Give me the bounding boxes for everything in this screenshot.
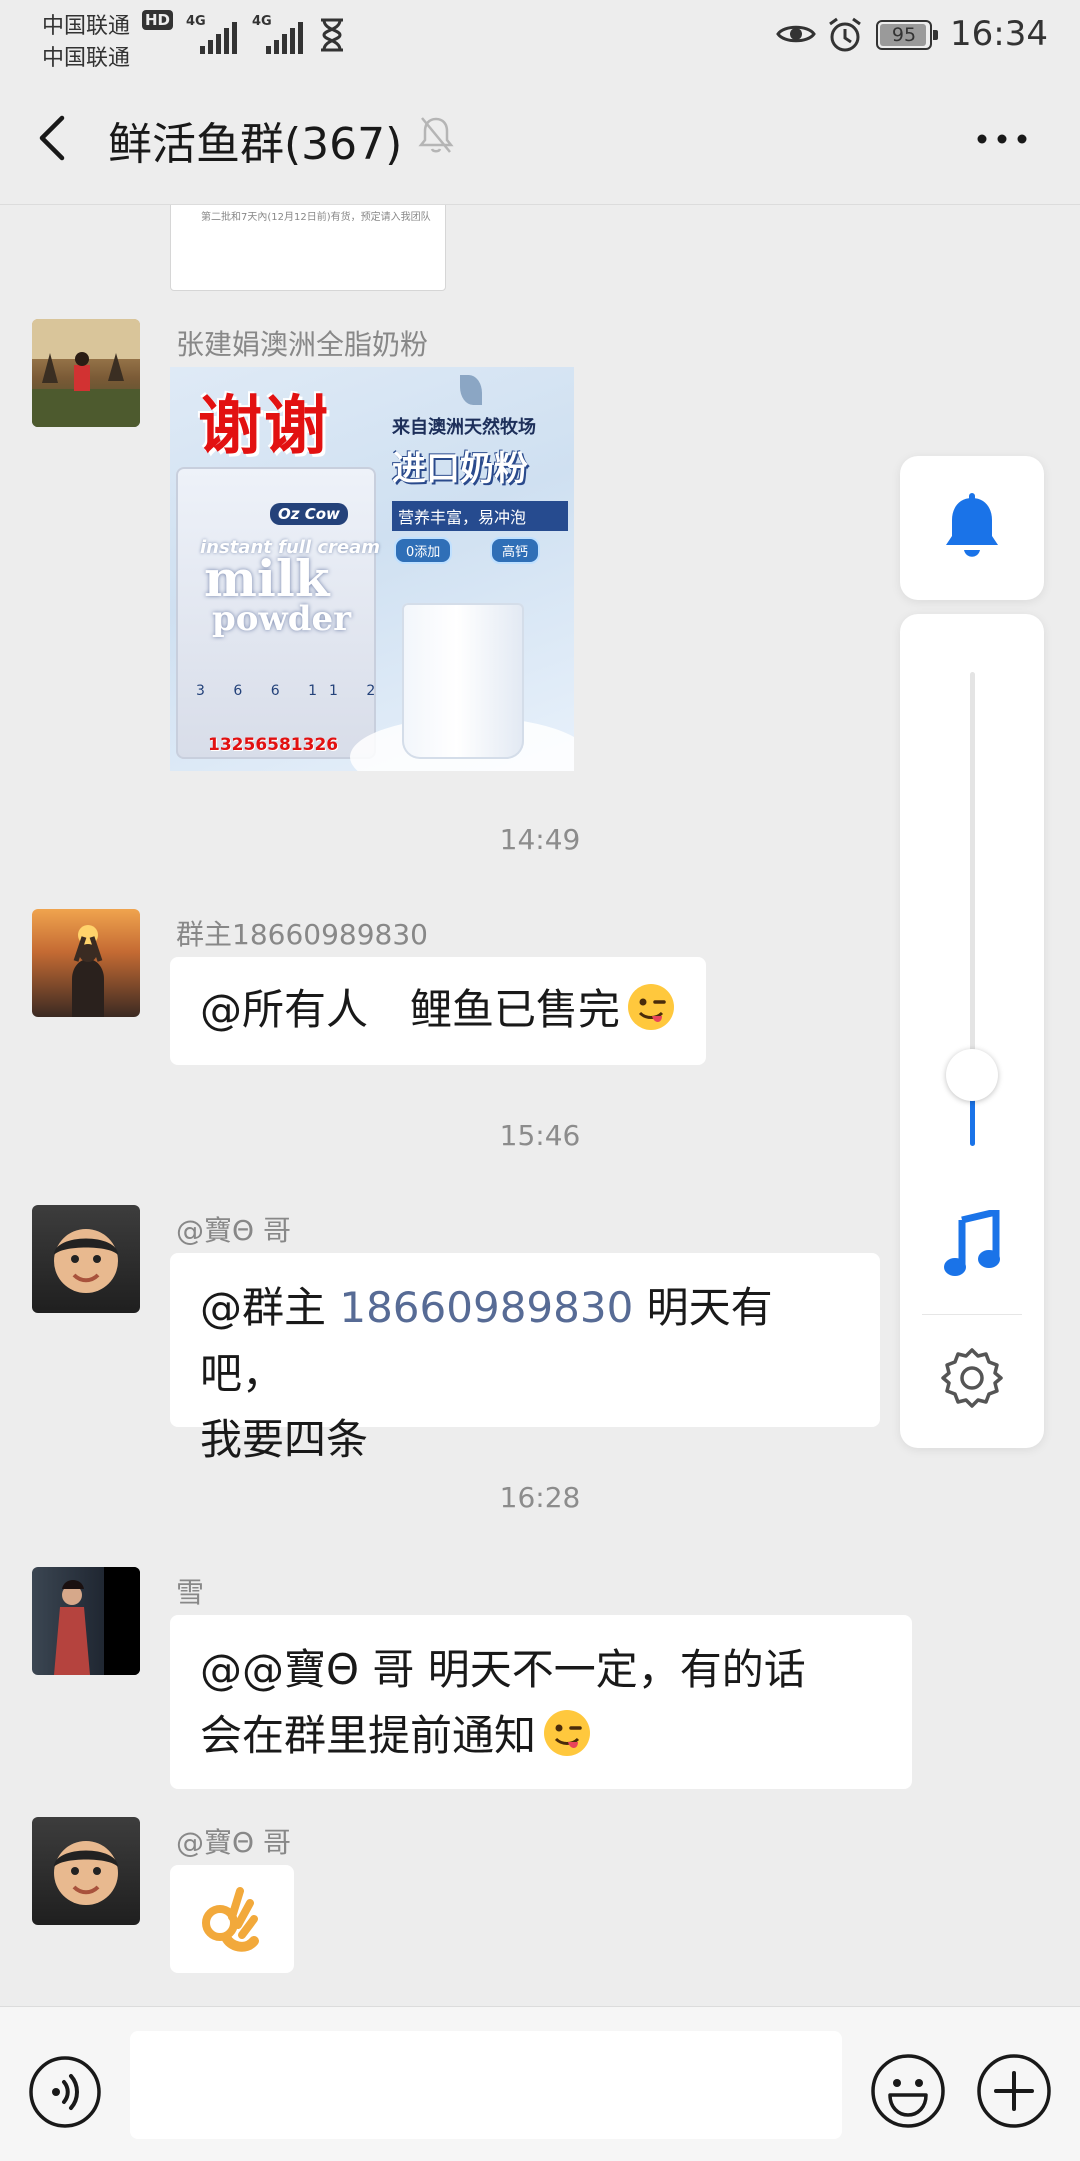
timestamp: 16:28	[499, 1481, 581, 1514]
image-headline: 谢谢	[198, 389, 330, 464]
more-icon[interactable]	[972, 124, 1032, 154]
message-text-line-2: 会在群里提前通知	[200, 1711, 537, 1760]
avatar[interactable]	[32, 1205, 140, 1313]
image-product-milk: milk	[204, 549, 330, 608]
sender-name: @寶Θ 哥	[176, 1214, 291, 1247]
message-text-line-1: @@寶Θ 哥 明天不一定，有的话	[200, 1645, 806, 1694]
emoji-icon[interactable]	[870, 2053, 946, 2129]
message-input[interactable]	[130, 2031, 842, 2139]
message-text-prefix: @群主	[200, 1283, 340, 1332]
avatar[interactable]	[32, 1817, 140, 1925]
image-product-powder: powder	[212, 599, 352, 639]
sender-name: 张建娟澳洲全脂奶粉	[176, 328, 429, 361]
phone-link[interactable]: 18660989830	[339, 1283, 633, 1332]
image-origin: 来自澳洲天然牧场	[392, 417, 536, 438]
battery-level: 95	[891, 24, 917, 46]
chat-header: 鲜活鱼群(367)	[0, 72, 1080, 205]
ok-hand-icon	[202, 1887, 259, 1952]
eye-icon	[776, 25, 816, 43]
image-brand: Oz Cow	[270, 503, 348, 525]
wink-tongue-emoji	[542, 1708, 592, 1777]
image-phone: 13256581326	[208, 735, 339, 755]
sender-name: 群主18660989830	[176, 918, 428, 951]
wink-tongue-emoji	[626, 982, 676, 1051]
divider	[922, 1314, 1022, 1315]
bell-icon	[946, 493, 998, 557]
milk-glass-image	[402, 603, 524, 759]
status-bar: 中国联通 HD 中国联通 4G 4G 95 16:34	[0, 0, 1080, 72]
text-message[interactable]: @群主 18660989830 明天有吧， 我要四条	[170, 1253, 880, 1464]
volume-slider-thumb[interactable]	[946, 1049, 998, 1101]
alarm-icon	[829, 17, 861, 52]
sender-name: @寶Θ 哥	[176, 1826, 291, 1859]
chat-title: 鲜活鱼群(367)	[108, 119, 403, 170]
back-arrow-icon[interactable]	[30, 110, 78, 166]
carrier-2: 中国联通	[42, 46, 131, 71]
text-message[interactable]: @@寶Θ 哥 明天不一定，有的话 会在群里提前通知	[170, 1615, 912, 1789]
message-text-line-2: 我要四条	[200, 1415, 369, 1464]
sender-name: 雪	[176, 1576, 205, 1609]
image-nutrition: 营养丰富，易冲泡	[392, 501, 568, 531]
image-tag-1: 0添加	[394, 537, 453, 564]
input-bar	[0, 2006, 1080, 2161]
status-time: 16:34	[950, 14, 1048, 54]
previous-card-message[interactable]: 第二批和7天內(12月12日前)有货，预定请入我团队	[170, 205, 446, 291]
image-import: 进口奶粉	[392, 449, 528, 489]
hd-badge: HD	[142, 10, 174, 30]
music-note-icon[interactable]	[942, 1210, 1002, 1280]
milk-powder-image-message[interactable]: 谢谢 Oz Cow instant full cream milk powder…	[170, 367, 574, 771]
voice-icon[interactable]	[28, 2055, 102, 2129]
volume-panel	[900, 614, 1044, 1448]
hourglass-icon	[321, 18, 343, 52]
previous-card-text: 第二批和7天內(12月12日前)有货，预定请入我团队	[201, 212, 431, 223]
text-message[interactable]: @所有人 鲤鱼已售完	[170, 957, 707, 1065]
emoji-message[interactable]	[170, 1865, 294, 1973]
mute-bell-icon	[418, 117, 454, 153]
ringer-mode-button[interactable]	[900, 456, 1044, 600]
gear-icon[interactable]	[940, 1346, 1004, 1410]
avatar[interactable]	[32, 319, 140, 427]
message-text: @所有人 鲤鱼已售完	[200, 985, 621, 1034]
avatar[interactable]	[32, 909, 140, 1017]
battery-indicator: 95	[876, 20, 938, 50]
image-tag-2: 高钙	[490, 537, 541, 564]
carrier-1: 中国联通	[42, 14, 131, 39]
plus-icon[interactable]	[976, 2053, 1052, 2129]
avatar[interactable]	[32, 1567, 140, 1675]
